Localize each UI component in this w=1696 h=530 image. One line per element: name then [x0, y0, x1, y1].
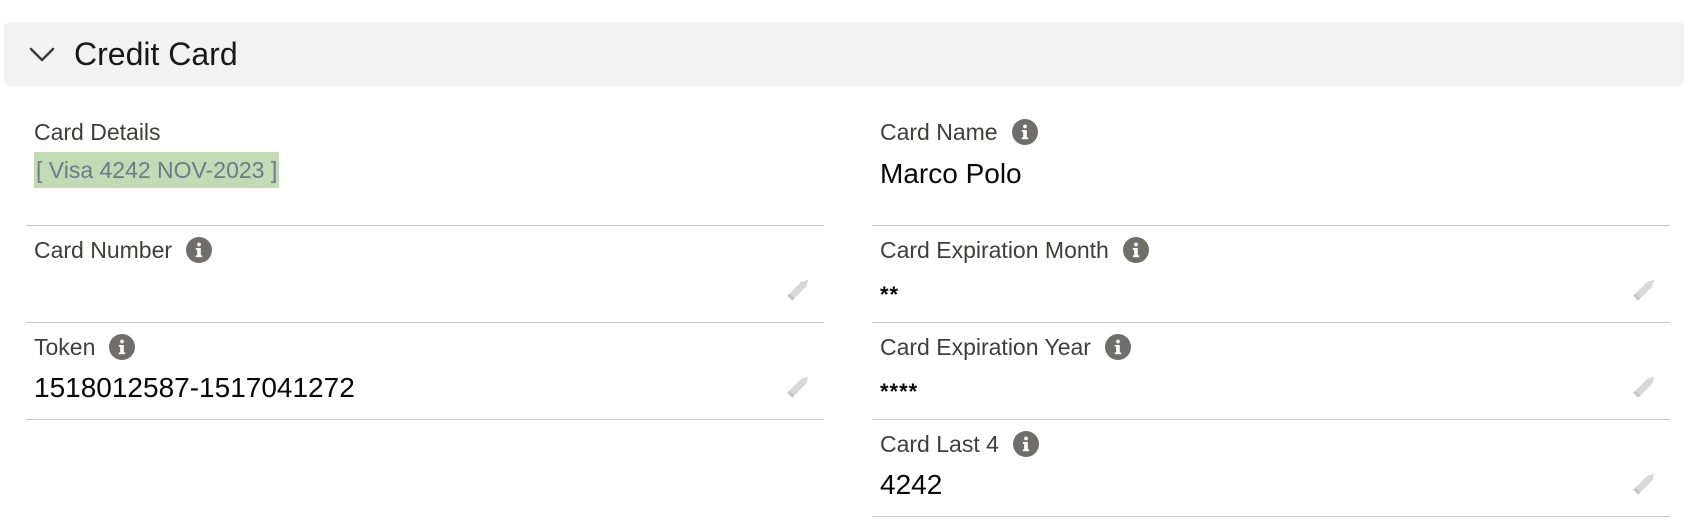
- chevron-down-icon[interactable]: [28, 42, 56, 66]
- info-icon[interactable]: [186, 237, 213, 263]
- field-card-expiration-year: Card Expiration Year ****: [872, 323, 1670, 420]
- field-card-name: Card Name Marco Polo: [872, 108, 1670, 226]
- info-icon[interactable]: [1122, 237, 1149, 263]
- card-details-link[interactable]: [ Visa 4242 NOV-2023 ]: [34, 152, 280, 188]
- pencil-icon[interactable]: [1630, 468, 1660, 498]
- info-icon[interactable]: [1104, 334, 1131, 360]
- field-card-number: Card Number: [26, 226, 824, 323]
- field-value: 4242: [880, 469, 943, 500]
- field-value: Marco Polo: [880, 158, 1022, 189]
- pencil-icon[interactable]: [1630, 274, 1660, 304]
- divider: [872, 516, 1670, 517]
- field-label: Card Number: [34, 236, 213, 264]
- field-label: Card Last 4: [880, 430, 1039, 458]
- section-title: Credit Card: [74, 36, 238, 72]
- pencil-icon[interactable]: [1630, 371, 1660, 401]
- field-value: 1518012587-1517041272: [34, 372, 355, 403]
- info-icon[interactable]: [1012, 431, 1039, 457]
- info-icon[interactable]: [109, 334, 136, 360]
- field-card-details: Card Details [ Visa 4242 NOV-2023 ]: [26, 108, 824, 226]
- pencil-icon[interactable]: [784, 274, 814, 304]
- field-token: Token 1518012587-1517041272: [26, 323, 824, 420]
- divider: [26, 419, 824, 420]
- field-label: Token: [34, 333, 136, 361]
- field-label: Card Expiration Month: [880, 236, 1149, 264]
- field-value: **: [880, 282, 900, 307]
- pencil-icon[interactable]: [784, 371, 814, 401]
- field-card-last-4: Card Last 4 4242: [872, 420, 1670, 517]
- info-icon[interactable]: [1011, 119, 1038, 145]
- field-card-expiration-month: Card Expiration Month **: [872, 226, 1670, 323]
- field-label: Card Name: [880, 118, 1038, 146]
- field-label: Card Expiration Year: [880, 333, 1131, 361]
- section-header-credit-card[interactable]: Credit Card: [4, 22, 1684, 86]
- field-label: Card Details: [34, 119, 161, 145]
- field-value: ****: [880, 379, 919, 404]
